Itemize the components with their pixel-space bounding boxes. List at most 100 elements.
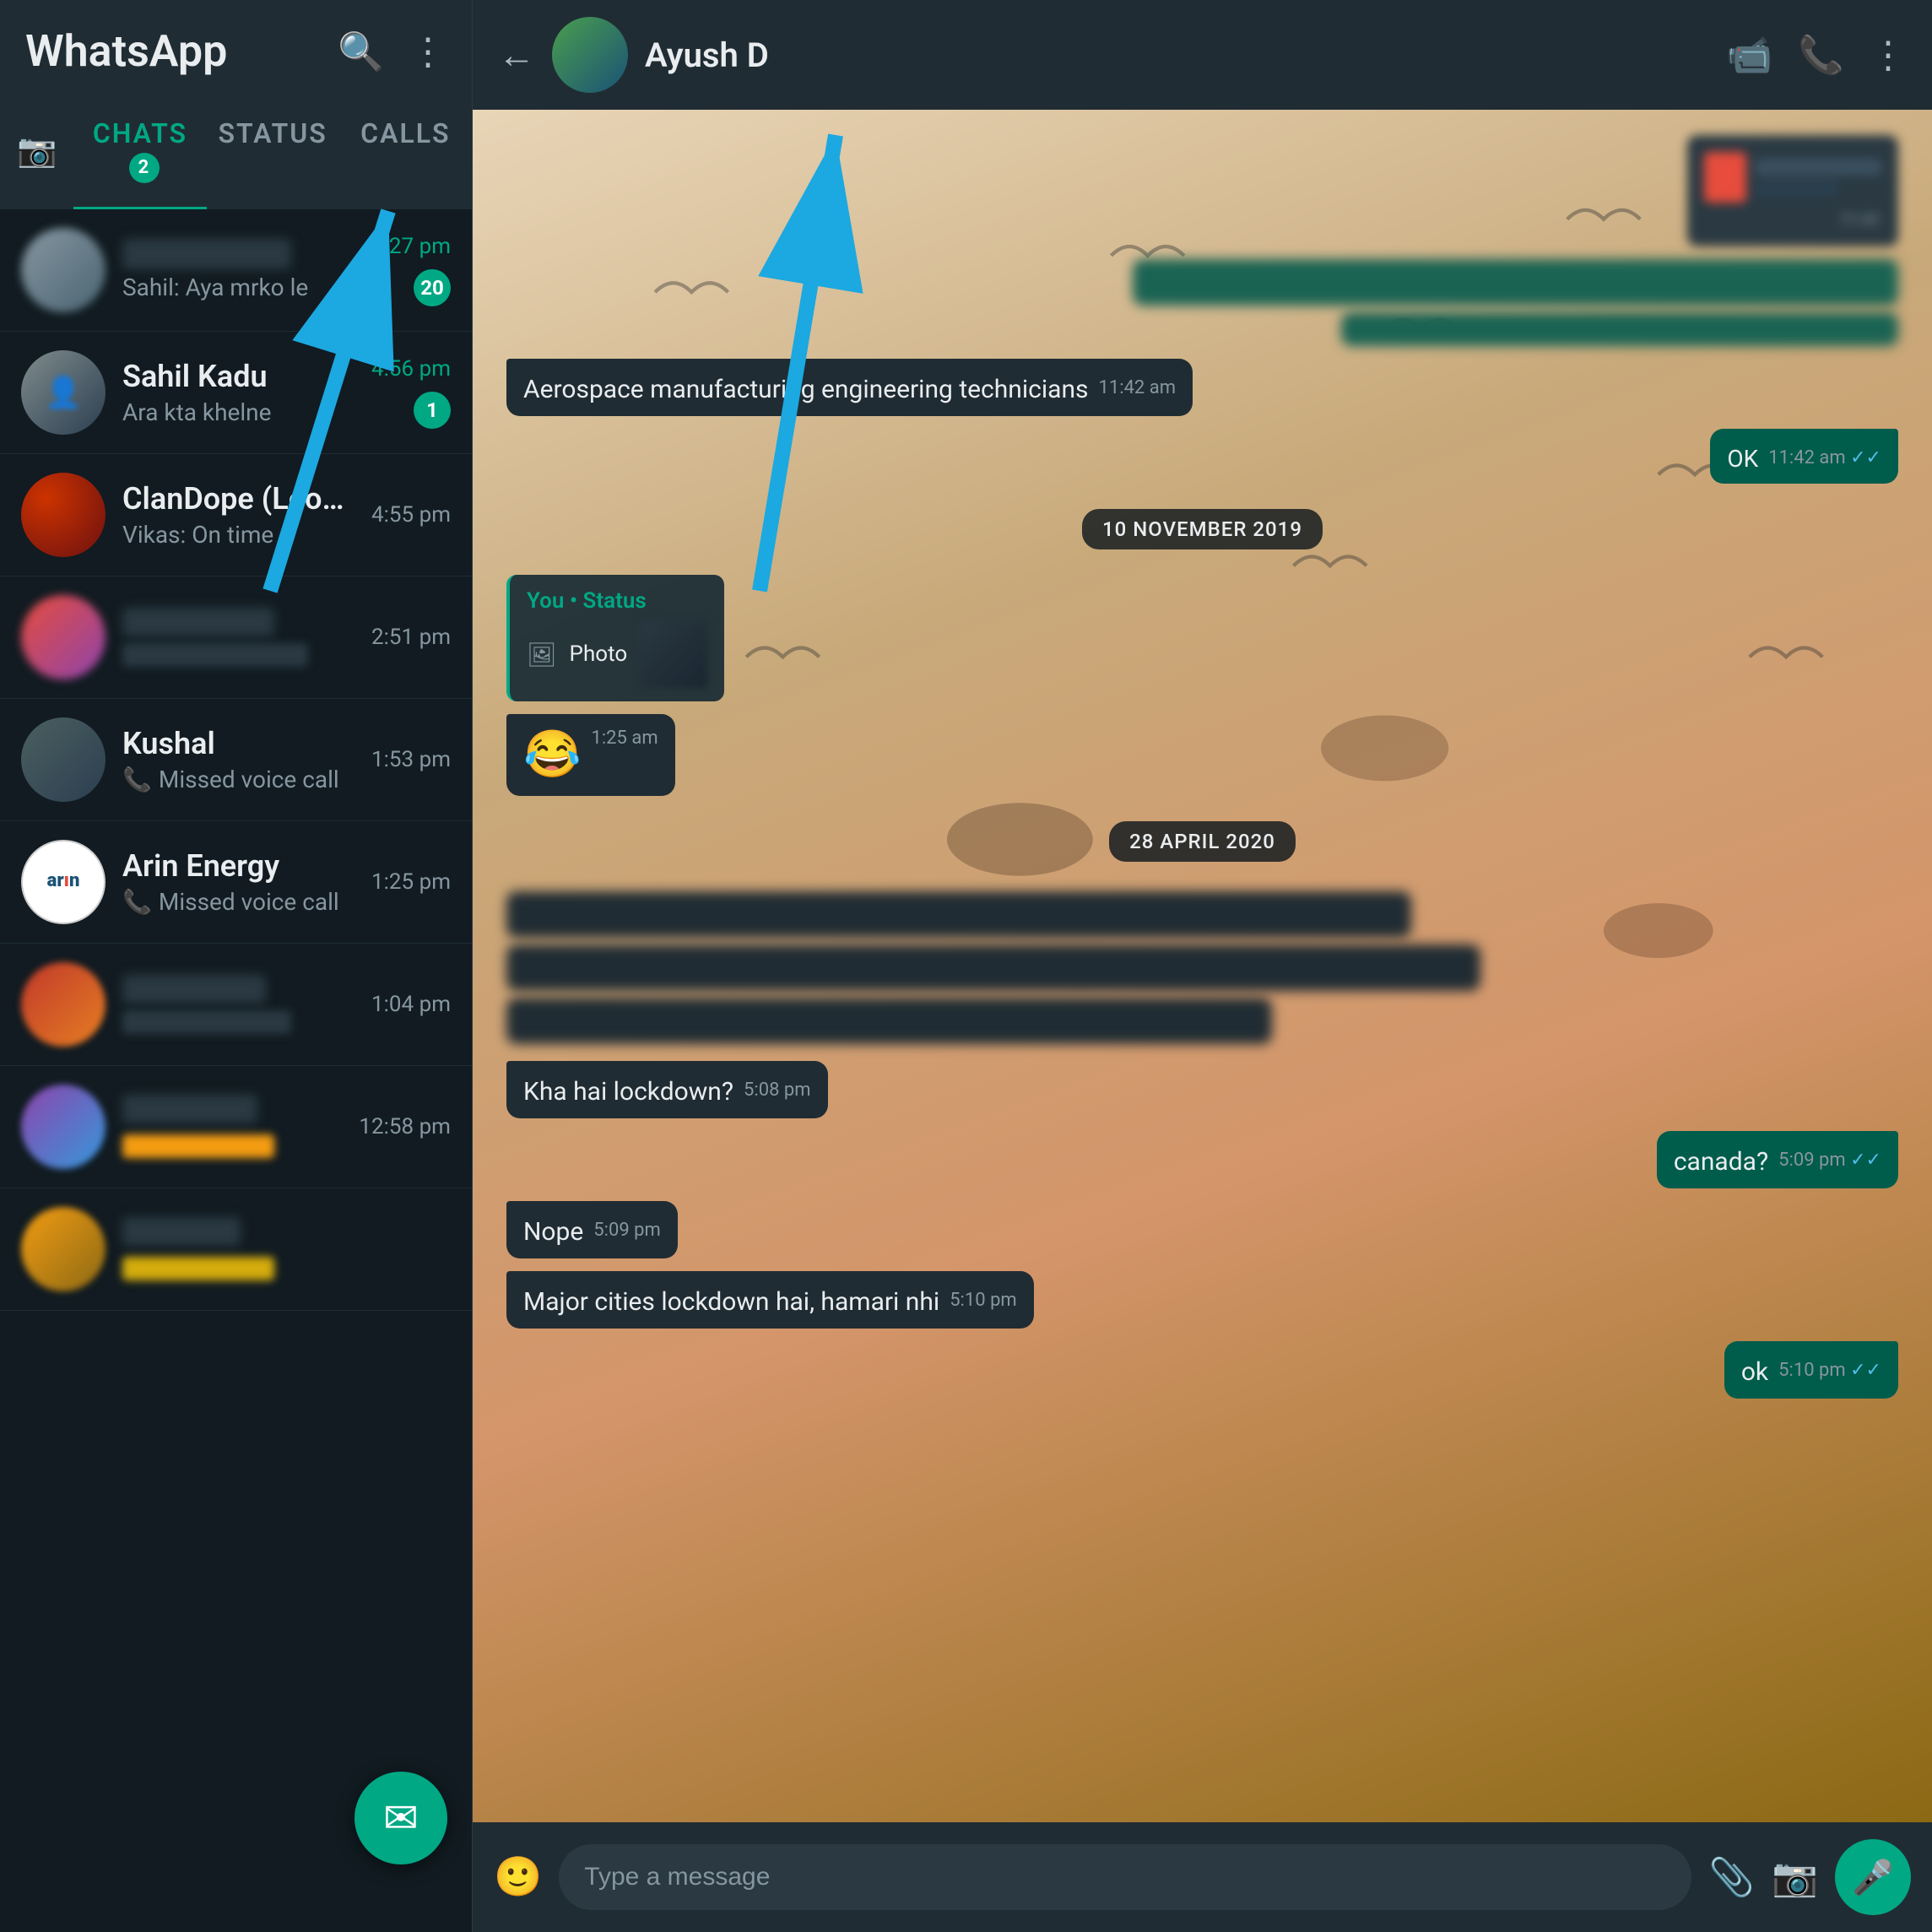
message-bubble: Aerospace manufacturing engineering tech… <box>506 359 1193 416</box>
chat-item[interactable] <box>0 1188 472 1311</box>
header-icons: 🔍 ⋮ <box>338 30 446 73</box>
chat-meta: 4:55 pm <box>371 502 451 528</box>
chat-preview <box>122 643 308 667</box>
chat-name: Arin Energy <box>122 848 354 884</box>
message-input[interactable] <box>559 1844 1691 1910</box>
message-time: 5:08 pm <box>744 1078 811 1104</box>
message-bubble: canada? 5:09 pm ✓✓ <box>1657 1131 1898 1188</box>
message-time: 5:09 pm ✓✓ <box>1778 1148 1881 1174</box>
chat-preview <box>122 1134 274 1158</box>
attach-button[interactable]: 📎 <box>1708 1855 1755 1899</box>
avatar <box>21 1085 106 1169</box>
chat-time: 1:53 pm <box>371 747 451 772</box>
chat-item[interactable]: Sahil: Aya mrko le 5:27 pm 20 <box>0 209 472 332</box>
tabs-bar: CHATS 2 STATUS CALLS <box>73 94 472 209</box>
chat-name <box>122 608 274 636</box>
back-button[interactable]: ← <box>498 33 535 77</box>
chat-meta: 1:25 pm <box>371 869 451 895</box>
avatar <box>21 595 106 679</box>
chat-meta: 1:04 pm <box>371 992 451 1017</box>
message-bubble: Major cities lockdown hai, hamari nhi 5:… <box>506 1271 1034 1329</box>
chat-name <box>122 975 266 1004</box>
chat-name <box>122 239 291 269</box>
tab-calls[interactable]: CALLS <box>339 94 472 209</box>
input-bar: 🙂 📎 📷 🎤 <box>473 1822 1932 1932</box>
more-options-icon[interactable]: ⋮ <box>1870 33 1907 77</box>
tab-chats[interactable]: CHATS 2 <box>73 94 206 209</box>
chat-info <box>122 1095 342 1158</box>
chat-item[interactable]: 2:51 pm <box>0 576 472 699</box>
chat-info: ClanDope (LeoWale) Vikas: On time <box>122 481 354 549</box>
status-thumbnail <box>640 620 707 688</box>
chat-name: Sahil Kadu <box>122 359 354 394</box>
chat-contact-name[interactable]: Ayush D <box>645 35 1709 75</box>
unread-badge: 20 <box>414 269 451 306</box>
chat-header: ← Ayush D 📹 📞 ⋮ <box>473 0 1932 110</box>
avatar <box>21 1207 106 1291</box>
chat-meta: 5:27 pm 20 <box>371 234 451 306</box>
message-bubble: ok 5:10 pm ✓✓ <box>1724 1341 1898 1399</box>
emoji-button[interactable]: 🙂 <box>494 1854 542 1900</box>
chat-name <box>122 1217 241 1246</box>
unread-badge: 1 <box>414 392 451 429</box>
message-bubble: OK 11:42 am ✓✓ <box>1710 429 1898 484</box>
chat-preview <box>122 1010 291 1034</box>
chat-name <box>122 1095 257 1123</box>
chat-info: Kushal 📞Missed voice call <box>122 726 354 793</box>
message-bubble: Kha hai lockdown? 5:08 pm <box>506 1061 828 1118</box>
status-card-body: 🖼 Photo <box>527 620 707 688</box>
chat-info <box>122 975 354 1034</box>
chat-item[interactable]: 12:58 pm <box>0 1066 472 1188</box>
video-call-icon[interactable]: 📹 <box>1726 33 1772 77</box>
avatar: arın <box>21 840 106 924</box>
message-bubble: Nope 5:09 pm <box>506 1201 678 1258</box>
chat-item[interactable]: ClanDope (LeoWale) Vikas: On time 4:55 p… <box>0 454 472 576</box>
fab-button[interactable]: ✉ <box>354 1772 447 1864</box>
search-icon[interactable]: 🔍 <box>338 30 384 73</box>
chat-preview: Sahil: Aya mrko le <box>122 273 354 301</box>
chat-header-icons: 📹 📞 ⋮ <box>1726 33 1907 77</box>
chat-avatar[interactable] <box>552 17 628 93</box>
tab-status[interactable]: STATUS <box>207 94 339 209</box>
chat-name: ClanDope (LeoWale) <box>122 481 354 517</box>
chat-meta: 4:56 pm 1 <box>371 356 451 429</box>
avatar <box>21 228 106 312</box>
menu-icon[interactable]: ⋮ <box>409 30 446 73</box>
chat-time: 1:04 pm <box>371 992 451 1017</box>
status-card-header: You • Status <box>527 588 707 614</box>
avatar <box>21 717 106 802</box>
chat-item[interactable]: 1:04 pm <box>0 944 472 1066</box>
camera-area[interactable]: 📷 <box>0 94 73 209</box>
chat-item[interactable]: Kushal 📞Missed voice call 1:53 pm <box>0 699 472 821</box>
mic-button[interactable]: 🎤 <box>1835 1839 1911 1915</box>
left-header: WhatsApp 🔍 ⋮ <box>0 0 472 94</box>
chat-time: 4:56 pm <box>371 356 451 382</box>
avatar <box>21 473 106 557</box>
chat-item[interactable]: arın Arin Energy 📞Missed voice call 1:25… <box>0 821 472 944</box>
compose-icon: ✉ <box>383 1794 419 1843</box>
chat-meta: 1:53 pm <box>371 747 451 772</box>
message-time: 11:42 am ✓✓ <box>1768 446 1881 472</box>
chat-info: Arin Energy 📞Missed voice call <box>122 848 354 916</box>
right-panel: ← Ayush D 📹 📞 ⋮ <box>473 0 1932 1932</box>
chat-meta: 12:58 pm <box>359 1114 451 1139</box>
chat-preview: 📞Missed voice call <box>122 766 354 793</box>
avatar: 👤 <box>21 350 106 435</box>
chat-name: Kushal <box>122 726 354 761</box>
camera-button[interactable]: 📷 <box>1772 1855 1818 1899</box>
messages-container[interactable]: 11:41 Aerospace manufacturing engineerin… <box>473 110 1932 1822</box>
voice-call-icon[interactable]: 📞 <box>1798 33 1844 77</box>
chat-info: Sahil Kadu Ara kta khelne <box>122 359 354 426</box>
chat-preview: 📞Missed voice call <box>122 888 354 916</box>
message-time: 5:09 pm <box>593 1218 661 1244</box>
message-time: 5:10 pm ✓✓ <box>1778 1358 1881 1384</box>
chat-info <box>122 1217 434 1280</box>
date-badge: 28 APRIL 2020 <box>1109 821 1296 862</box>
chat-item[interactable]: 👤 Sahil Kadu Ara kta khelne 4:56 pm 1 <box>0 332 472 454</box>
chat-info: Sahil: Aya mrko le <box>122 239 354 301</box>
status-label: Photo <box>570 641 628 667</box>
camera-icon[interactable]: 📷 <box>17 133 57 170</box>
chat-time: 5:27 pm <box>371 234 451 259</box>
chat-list: Sahil: Aya mrko le 5:27 pm 20 👤 Sahil Ka… <box>0 209 472 1932</box>
chat-time: 12:58 pm <box>359 1114 451 1139</box>
